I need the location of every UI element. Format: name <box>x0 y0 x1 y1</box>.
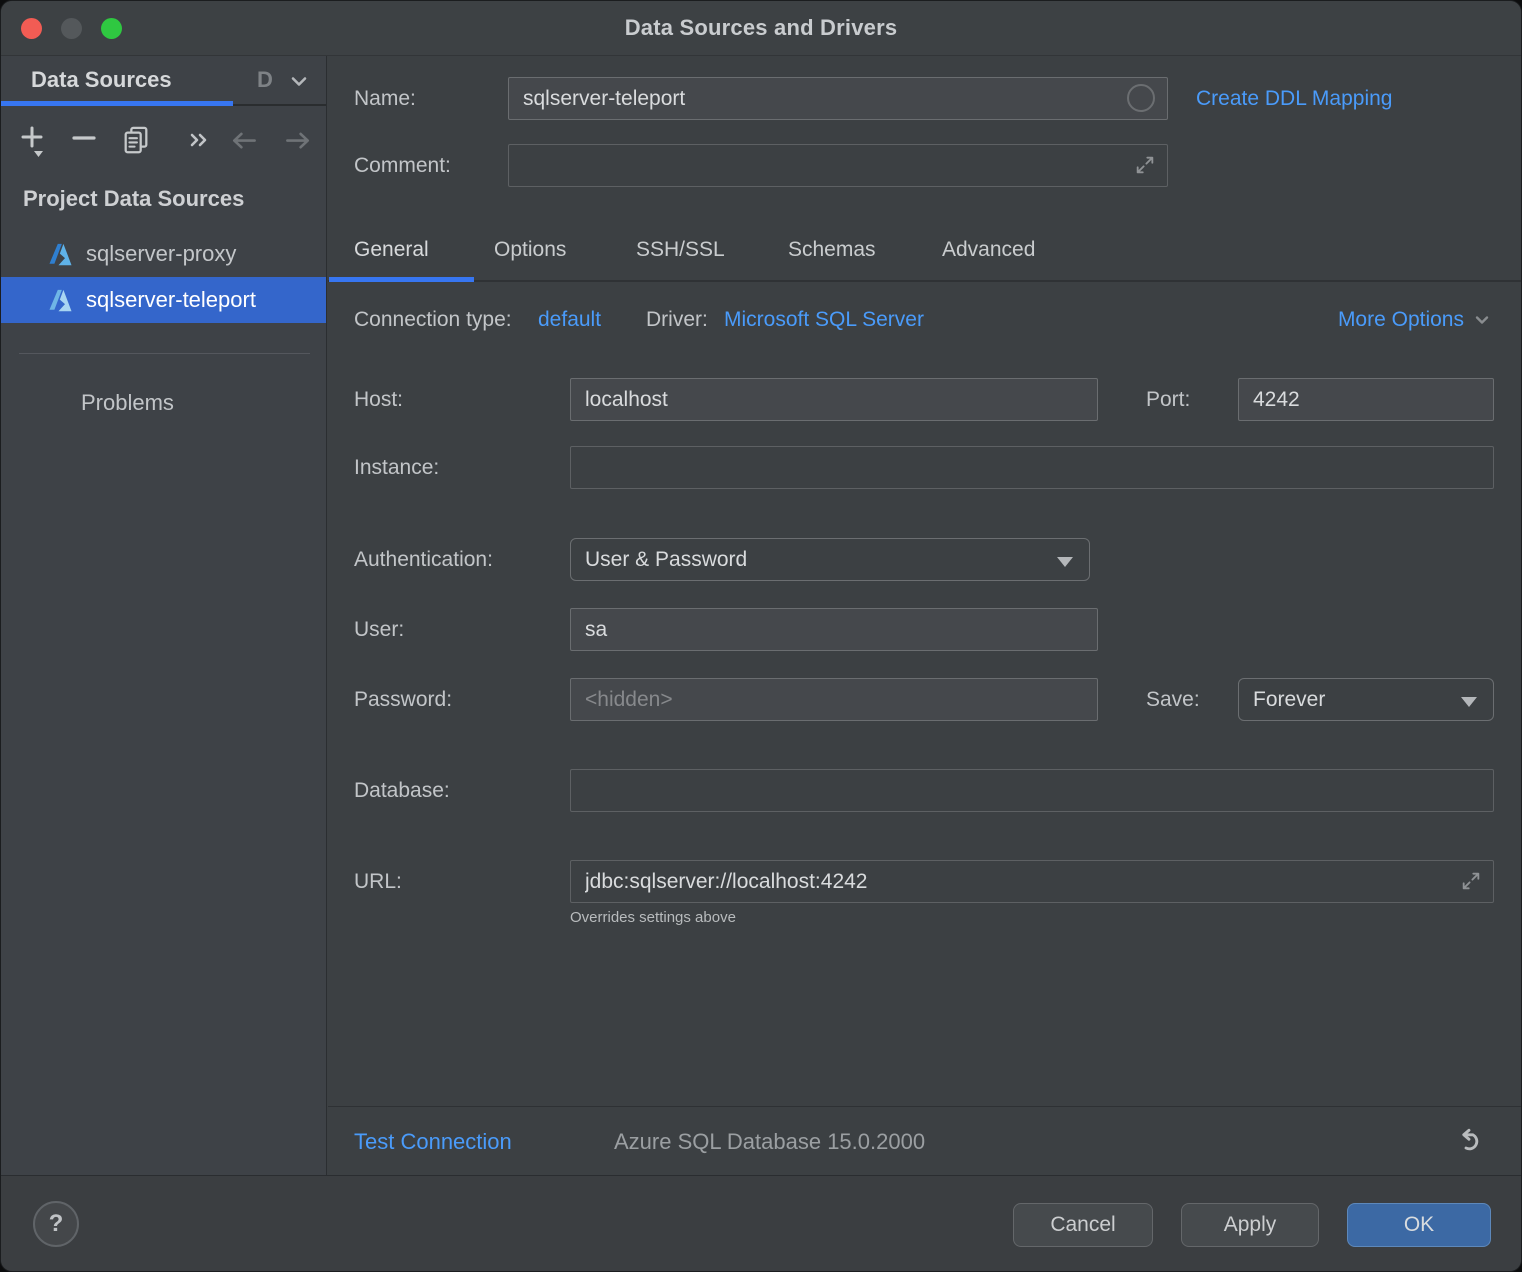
expand-field-icon[interactable] <box>1134 154 1156 176</box>
data-sources-dialog: Data Sources and Drivers Data Sources D <box>0 0 1522 1272</box>
database-label: Database: <box>354 769 450 812</box>
zoom-button[interactable] <box>101 18 122 39</box>
expand-field-icon[interactable] <box>1460 870 1482 892</box>
comment-input[interactable] <box>508 144 1168 187</box>
save-value: Forever <box>1253 688 1325 712</box>
revert-icon[interactable] <box>1455 1107 1485 1177</box>
instance-input[interactable] <box>570 446 1494 489</box>
help-label: ? <box>49 1210 64 1238</box>
active-tab-underline <box>1 101 233 106</box>
sidebar-tab-bar: Data Sources D <box>1 56 326 106</box>
azure-icon <box>47 241 74 268</box>
chevron-down-icon <box>1473 311 1491 329</box>
dialog-button-bar: ? Cancel Apply OK <box>1 1175 1521 1271</box>
tree-item-sqlserver-proxy[interactable]: sqlserver-proxy <box>1 231 326 277</box>
project-data-sources-header: Project Data Sources <box>23 186 244 212</box>
authentication-label: Authentication: <box>354 538 493 581</box>
save-select[interactable]: Forever <box>1238 678 1494 721</box>
window-title: Data Sources and Drivers <box>625 15 898 41</box>
password-label: Password: <box>354 678 452 721</box>
database-input[interactable] <box>570 769 1494 812</box>
server-version-text: Azure SQL Database 15.0.2000 <box>614 1107 925 1177</box>
cancel-button[interactable]: Cancel <box>1013 1203 1153 1247</box>
azure-icon <box>47 287 74 314</box>
dropdown-arrow-icon <box>1057 557 1073 567</box>
name-label: Name: <box>354 77 416 120</box>
driver-label: Driver: <box>646 300 708 340</box>
sidebar: Data Sources D <box>1 56 327 1175</box>
tab-data-sources[interactable]: Data Sources <box>31 56 172 104</box>
port-label: Port: <box>1146 378 1190 421</box>
tab-general[interactable]: General <box>354 229 429 271</box>
tab-ssh-ssl[interactable]: SSH/SSL <box>636 229 725 271</box>
minimize-button[interactable] <box>61 18 82 39</box>
host-label: Host: <box>354 378 403 421</box>
tab-advanced[interactable]: Advanced <box>942 229 1035 271</box>
tree-item-label: sqlserver-proxy <box>86 241 236 267</box>
traffic-lights <box>21 18 122 39</box>
test-connection-row: Test Connection Azure SQL Database 15.0.… <box>328 1107 1521 1177</box>
instance-label: Instance: <box>354 446 439 489</box>
help-button[interactable]: ? <box>33 1201 79 1247</box>
name-input[interactable] <box>508 77 1168 120</box>
tab-drivers-clipped[interactable]: D <box>257 56 279 104</box>
connection-settings-panel: Name: Create DDL Mapping Comment: Genera… <box>328 56 1521 1175</box>
authentication-select[interactable]: User & Password <box>570 538 1090 581</box>
driver-link[interactable]: Microsoft SQL Server <box>724 300 924 340</box>
tab-options[interactable]: Options <box>494 229 566 271</box>
apply-button[interactable]: Apply <box>1181 1203 1319 1247</box>
connection-type-label: Connection type: <box>354 300 512 340</box>
active-tab-underline <box>329 277 474 282</box>
titlebar: Data Sources and Drivers <box>1 1 1521 56</box>
back-arrow-icon[interactable] <box>229 124 259 158</box>
host-input[interactable] <box>570 378 1098 421</box>
url-hint: Overrides settings above <box>570 909 736 926</box>
sidebar-divider <box>19 353 310 354</box>
user-label: User: <box>354 608 404 651</box>
tab-divider <box>328 280 1521 282</box>
data-source-tree: sqlserver-proxy sqlserver-teleport <box>1 231 326 323</box>
url-label: URL: <box>354 860 402 903</box>
authentication-value: User & Password <box>585 548 747 572</box>
remove-icon[interactable] <box>69 124 99 158</box>
tab-schemas[interactable]: Schemas <box>788 229 876 271</box>
password-input[interactable] <box>570 678 1098 721</box>
tree-item-sqlserver-teleport[interactable]: sqlserver-teleport <box>1 277 326 323</box>
user-input[interactable] <box>570 608 1098 651</box>
test-connection-link[interactable]: Test Connection <box>354 1107 512 1177</box>
name-loading-indicator <box>1127 84 1155 112</box>
url-input[interactable] <box>570 860 1494 903</box>
port-input[interactable] <box>1238 378 1494 421</box>
close-button[interactable] <box>21 18 42 39</box>
more-chevrons-icon[interactable] <box>185 124 215 158</box>
problems-section-label[interactable]: Problems <box>81 390 174 416</box>
save-label: Save: <box>1146 678 1200 721</box>
sidebar-toolbar <box>1 112 326 168</box>
forward-arrow-icon[interactable] <box>283 124 313 158</box>
more-options-link[interactable]: More Options <box>1338 300 1491 340</box>
chevron-down-icon[interactable] <box>287 69 311 93</box>
add-icon[interactable] <box>19 124 49 158</box>
create-ddl-mapping-link[interactable]: Create DDL Mapping <box>1196 77 1393 120</box>
duplicate-icon[interactable] <box>121 124 151 158</box>
ok-button[interactable]: OK <box>1347 1203 1491 1247</box>
tree-item-label: sqlserver-teleport <box>86 287 256 313</box>
dropdown-arrow-icon <box>1461 697 1477 707</box>
more-options-label: More Options <box>1338 308 1464 332</box>
comment-label: Comment: <box>354 144 451 187</box>
connection-type-link[interactable]: default <box>538 300 601 340</box>
